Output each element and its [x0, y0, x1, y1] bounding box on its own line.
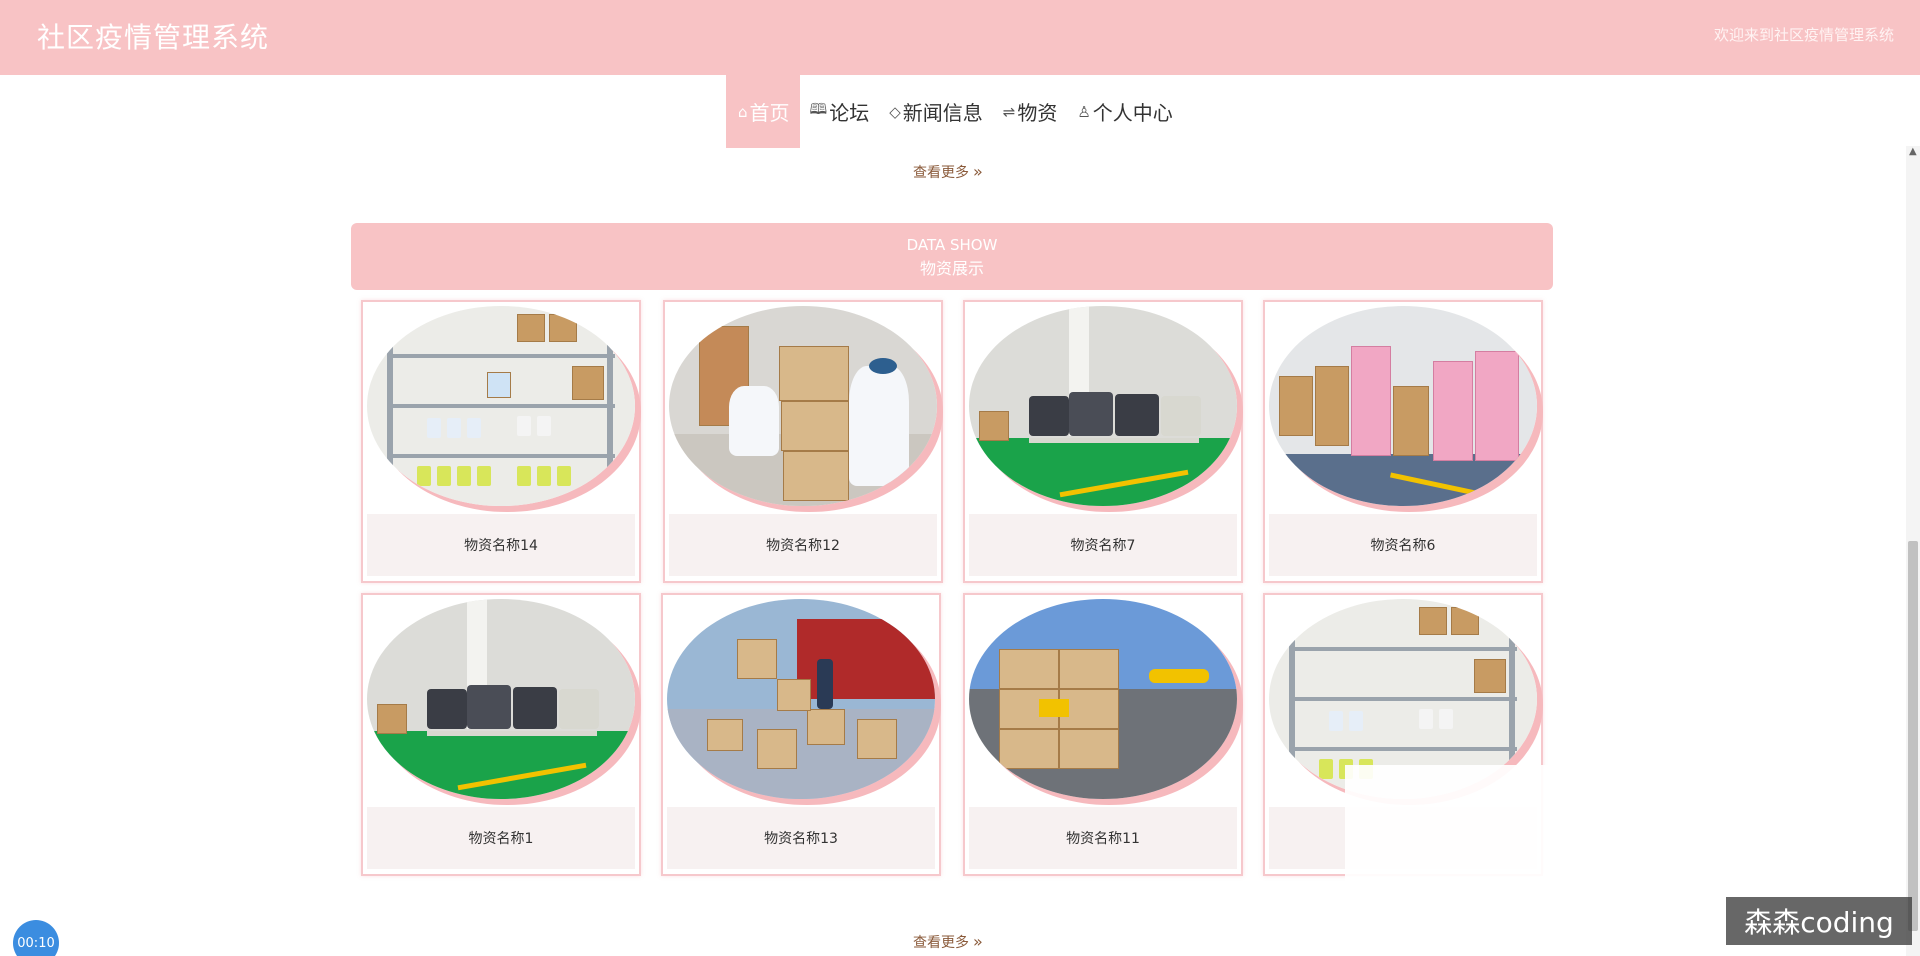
item-name[interactable]: 物资名称6: [1269, 514, 1537, 576]
item-card[interactable]: 物资名称13: [661, 593, 941, 876]
recording-timer: 00:10: [13, 920, 59, 956]
item-name[interactable]: 物资名称1: [367, 807, 635, 869]
section-title-cn: 物资展示: [919, 259, 984, 278]
home-icon: ⌂: [738, 102, 748, 121]
view-more-label: 查看更多: [913, 935, 969, 951]
item-image[interactable]: [969, 599, 1237, 799]
view-more-label: 查看更多: [913, 165, 969, 181]
double-chevron-right-icon: »: [973, 932, 983, 951]
book-icon: 🕮: [809, 100, 828, 118]
top-header: 社区疫情管理系统 欢迎来到社区疫情管理系统: [0, 0, 1920, 75]
nav-supplies-label: 物资: [1017, 101, 1058, 125]
item-name[interactable]: 物资名称7: [969, 514, 1237, 576]
item-image[interactable]: [367, 599, 635, 799]
welcome-text: 欢迎来到社区疫情管理系统: [1713, 26, 1894, 44]
nav-home-label: 首页: [749, 101, 790, 125]
user-icon: ♙: [1077, 102, 1091, 121]
blurred-overlay: [1345, 765, 1765, 895]
item-name[interactable]: 物资名称13: [667, 807, 935, 869]
scroll-up-icon[interactable]: ▲: [1909, 146, 1917, 157]
nav-news-label: 新闻信息: [902, 101, 983, 125]
item-image[interactable]: [1269, 306, 1537, 506]
section-title-en: DATA SHOW: [906, 236, 998, 254]
item-card[interactable]: 物资名称7: [963, 300, 1243, 583]
nav-forum[interactable]: 🕮 论坛: [800, 75, 880, 148]
nav-profile[interactable]: ♙ 个人中心: [1067, 75, 1182, 148]
nav-supplies[interactable]: ⇌ 物资: [993, 75, 1068, 148]
nav-news[interactable]: ◇ 新闻信息: [879, 75, 993, 148]
item-card[interactable]: 物资名称6: [1263, 300, 1543, 583]
watermark: 森森coding: [1726, 897, 1912, 945]
item-image[interactable]: [669, 306, 937, 506]
item-card[interactable]: 物资名称11: [963, 593, 1243, 876]
item-card[interactable]: 物资名称12: [663, 300, 943, 583]
item-image[interactable]: [969, 306, 1237, 506]
sliders-icon: ⇌: [1002, 102, 1016, 121]
double-chevron-right-icon: »: [973, 162, 983, 181]
item-image[interactable]: [367, 306, 635, 506]
item-name[interactable]: 物资名称14: [367, 514, 635, 576]
nav-profile-label: 个人中心: [1092, 101, 1173, 125]
view-more-link-bottom[interactable]: 查看更多»: [913, 932, 983, 952]
nav-home[interactable]: ⌂ 首页: [726, 75, 800, 148]
site-title: 社区疫情管理系统: [37, 21, 270, 54]
item-image[interactable]: [667, 599, 935, 799]
item-card[interactable]: 物资名称1: [361, 593, 641, 876]
page-scrollbar[interactable]: ▲: [1906, 146, 1920, 956]
item-card[interactable]: 物资名称14: [361, 300, 641, 583]
scrollbar-thumb[interactable]: [1908, 541, 1918, 931]
view-more-link-top[interactable]: 查看更多»: [913, 162, 983, 182]
item-name[interactable]: 物资名称12: [669, 514, 937, 576]
item-name[interactable]: 物资名称11: [969, 807, 1237, 869]
tag-icon: ◇: [889, 102, 901, 121]
main-nav: ⌂ 首页 🕮 论坛 ◇ 新闻信息 ⇌ 物资 ♙ 个人中心: [726, 75, 1183, 148]
section-banner: DATA SHOW 物资展示: [351, 223, 1553, 290]
nav-forum-label: 论坛: [829, 101, 870, 125]
